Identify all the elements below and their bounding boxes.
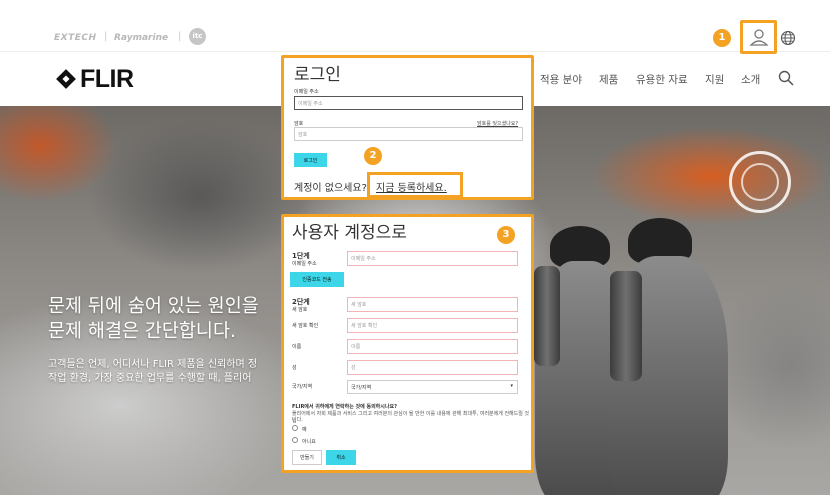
user-icon-highlight	[740, 20, 777, 54]
hero-title: 문제 뒤에 숨어 있는 원인을 문제 해결은 간단합니다.	[48, 294, 259, 344]
placeholder-text: 이름	[351, 344, 361, 350]
create-button[interactable]: 만들기	[292, 450, 322, 465]
placeholder-text: 이메일 주소	[351, 256, 376, 262]
password-label: 암호	[294, 121, 304, 127]
last-name-input[interactable]: 성	[347, 360, 518, 375]
separator: |	[104, 31, 108, 42]
flir-logo-mark-icon	[56, 69, 76, 89]
nav-item-products[interactable]: 제품	[599, 72, 618, 87]
hero-desc-line: 고객들은 언제, 어디서나 FLIR 제품을 신뢰하며 정	[48, 359, 258, 370]
nav-item-support[interactable]: 지원	[705, 72, 724, 87]
radio-no[interactable]	[292, 437, 298, 443]
nav-item-about[interactable]: 소개	[741, 72, 760, 87]
send-code-button[interactable]: 인증코드 전송	[290, 272, 344, 287]
login-panel: 로그인 이메일 주소 이메일 주소 암호 암호를 잊으셨나요? 암호 로그인 계…	[281, 55, 534, 200]
no-account-text: 계정이 없으세요?	[294, 183, 367, 194]
radio-no-label: 아니요	[302, 439, 316, 445]
cancel-button[interactable]: 취소	[326, 450, 356, 465]
login-email-input[interactable]: 이메일 주소	[294, 96, 523, 110]
radio-yes-label: 예	[302, 427, 307, 433]
hero-title-line: 문제 해결은 간단합니다.	[48, 321, 236, 342]
register-now-link[interactable]: 지금 등록하세요.	[376, 179, 447, 194]
nav-item-resources[interactable]: 유용한 자료	[636, 72, 688, 87]
first-name-input[interactable]: 이름	[347, 339, 518, 354]
flir-logo[interactable]: FLIR	[54, 64, 134, 93]
itc-logo[interactable]: itc	[189, 28, 206, 45]
login-button[interactable]: 로그인	[294, 153, 327, 167]
air-tank	[610, 271, 642, 381]
confirm-password-input[interactable]: 새 암호 확인	[347, 318, 518, 333]
email-label: 이메일 주소	[294, 89, 319, 95]
nav-item-applications[interactable]: 적용 분야	[540, 72, 582, 87]
marketing-question: FLIR에서 귀하에게 연락하는 것에 동의하시나요?	[292, 404, 397, 410]
thermal-target-inner	[741, 163, 779, 201]
login-password-input[interactable]: 암호	[294, 127, 523, 141]
step-badge-2: 2	[364, 147, 382, 165]
placeholder-text: 새 암호 확인	[351, 323, 378, 329]
country-label: 국가/지역	[292, 384, 313, 390]
placeholder-text: 암호	[298, 131, 308, 138]
first-name-label: 이름	[292, 344, 302, 350]
search-icon[interactable]	[778, 70, 794, 86]
forgot-password-link[interactable]: 암호를 잊으셨나요?	[477, 120, 518, 127]
last-name-label: 성	[292, 365, 297, 371]
register-email-input[interactable]: 이메일 주소	[347, 251, 518, 266]
new-password-label: 새 암호	[292, 307, 308, 313]
new-password-input[interactable]: 새 암호	[347, 297, 518, 312]
separator: |	[178, 31, 182, 42]
marketing-description: 니다.	[292, 417, 303, 423]
select-value: 국가/지역	[351, 384, 372, 391]
step1-email-label: 이메일 주소	[292, 261, 317, 267]
login-title: 로그인	[294, 65, 341, 85]
marketing-description: 플리어에서 자회 제품과 서비스 그리고 여러분의 관심이 될 만한 이를 내용…	[292, 411, 530, 424]
registration-title: 사용자 계정으로	[292, 223, 407, 243]
air-tank	[534, 266, 560, 366]
globe-icon[interactable]	[780, 30, 796, 46]
logo-text: FLIR	[80, 64, 134, 93]
raymarine-logo[interactable]: Raymarine	[114, 33, 168, 43]
extech-logo[interactable]: EXTECH	[54, 33, 97, 43]
hero-title-line: 문제 뒤에 숨어 있는 원인을	[48, 296, 259, 317]
country-select[interactable]: 국가/지역 ▾	[347, 380, 518, 394]
partner-bar: EXTECH | Raymarine | itc	[0, 0, 830, 52]
radio-yes[interactable]	[292, 425, 298, 431]
registration-panel: 사용자 계정으로 1단계 이메일 주소 이메일 주소 인증코드 전송 2단계 새…	[281, 214, 534, 473]
chevron-down-icon: ▾	[510, 383, 513, 389]
hero-desc-line: 작업 환경, 가장 중요한 업무를 수행할 때, 플리어	[48, 373, 252, 384]
step-badge-1: 1	[713, 29, 731, 47]
hero-description: 고객들은 언제, 어디서나 FLIR 제품을 신뢰하며 정 작업 환경, 가장 …	[48, 358, 257, 386]
placeholder-text: 성	[351, 365, 356, 371]
confirm-password-label: 새 암호 확인	[292, 323, 319, 329]
step-badge-3: 3	[497, 226, 515, 244]
placeholder-text: 이메일 주소	[298, 100, 323, 107]
placeholder-text: 새 암호	[351, 302, 367, 308]
